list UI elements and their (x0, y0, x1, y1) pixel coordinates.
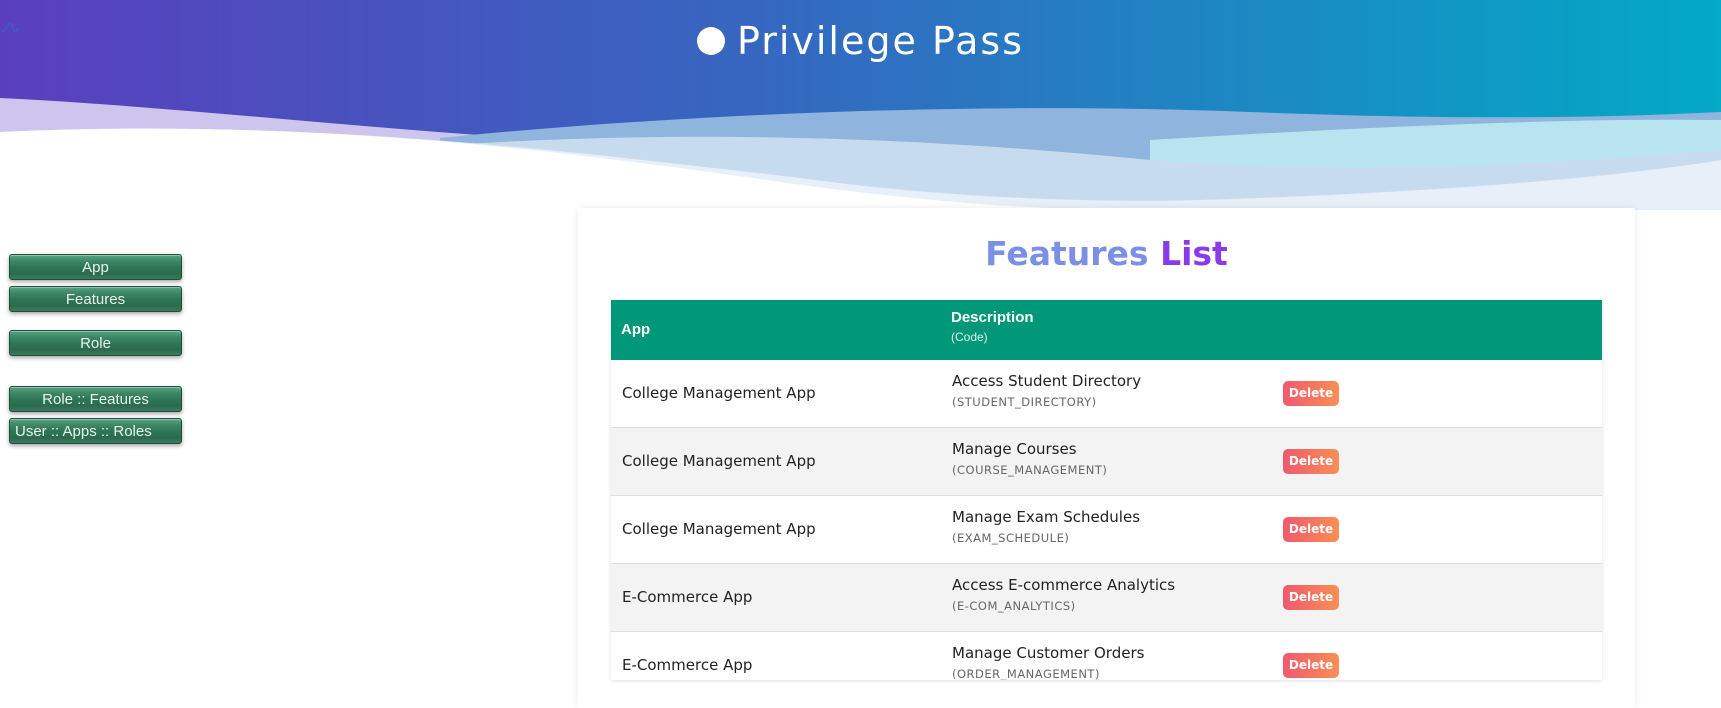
page-title-part2: List (1160, 234, 1228, 273)
sidebar-item-app[interactable]: App (9, 254, 182, 280)
page-title: Features List (578, 234, 1635, 274)
features-table: App Description (Code) College Managemen… (611, 300, 1602, 680)
table-row: College Management App Access Student Di… (611, 360, 1602, 428)
wave-logo-icon (1, 22, 725, 55)
row-description: Manage Courses (952, 440, 1077, 458)
sidebar-item-role[interactable]: Role (9, 330, 182, 356)
column-header-code: (Code) (951, 330, 988, 344)
row-app: E-Commerce App (622, 656, 753, 674)
row-code: (E-COM_ANALYTICS) (952, 599, 1076, 613)
delete-button[interactable]: Delete (1283, 653, 1339, 678)
brand: Privilege Pass (0, 18, 1721, 64)
table-row: E-Commerce App Access E-commerce Analyti… (611, 564, 1602, 632)
row-code: (ORDER_MANAGEMENT) (952, 667, 1100, 680)
table-header: App Description (Code) (611, 300, 1602, 360)
delete-button[interactable]: Delete (1283, 585, 1339, 610)
page-title-part1: Features (985, 234, 1149, 273)
row-description: Manage Customer Orders (952, 644, 1145, 662)
row-app: College Management App (622, 452, 816, 470)
row-app: College Management App (622, 384, 816, 402)
row-description: Manage Exam Schedules (952, 508, 1141, 526)
table-row: College Management App Manage Exam Sched… (611, 496, 1602, 564)
delete-button[interactable]: Delete (1283, 517, 1339, 542)
table-row: College Management App Manage Courses (C… (611, 428, 1602, 496)
row-description: Access Student Directory (952, 372, 1142, 390)
app-title: Privilege Pass (736, 19, 1025, 63)
column-header-description: Description (951, 309, 1034, 326)
row-code: (STUDENT_DIRECTORY) (952, 395, 1097, 409)
header-banner: Privilege Pass (0, 0, 1721, 210)
sidebar-item-user-apps-roles[interactable]: User :: Apps :: Roles (9, 418, 182, 444)
column-header-app: App (621, 321, 651, 338)
row-code: (COURSE_MANAGEMENT) (952, 463, 1108, 477)
row-app: College Management App (622, 520, 816, 538)
delete-button[interactable]: Delete (1283, 449, 1339, 474)
row-description: Access E-commerce Analytics (952, 576, 1176, 594)
sidebar-item-features[interactable]: Features (9, 286, 182, 312)
sidebar-item-role-features[interactable]: Role :: Features (9, 386, 182, 412)
table-row: E-Commerce App Manage Customer Orders (O… (611, 632, 1602, 680)
delete-button[interactable]: Delete (1283, 381, 1339, 406)
row-code: (EXAM_SCHEDULE) (952, 531, 1070, 545)
row-app: E-Commerce App (622, 588, 753, 606)
features-card: Features List App Description (Code) Col… (578, 208, 1635, 708)
